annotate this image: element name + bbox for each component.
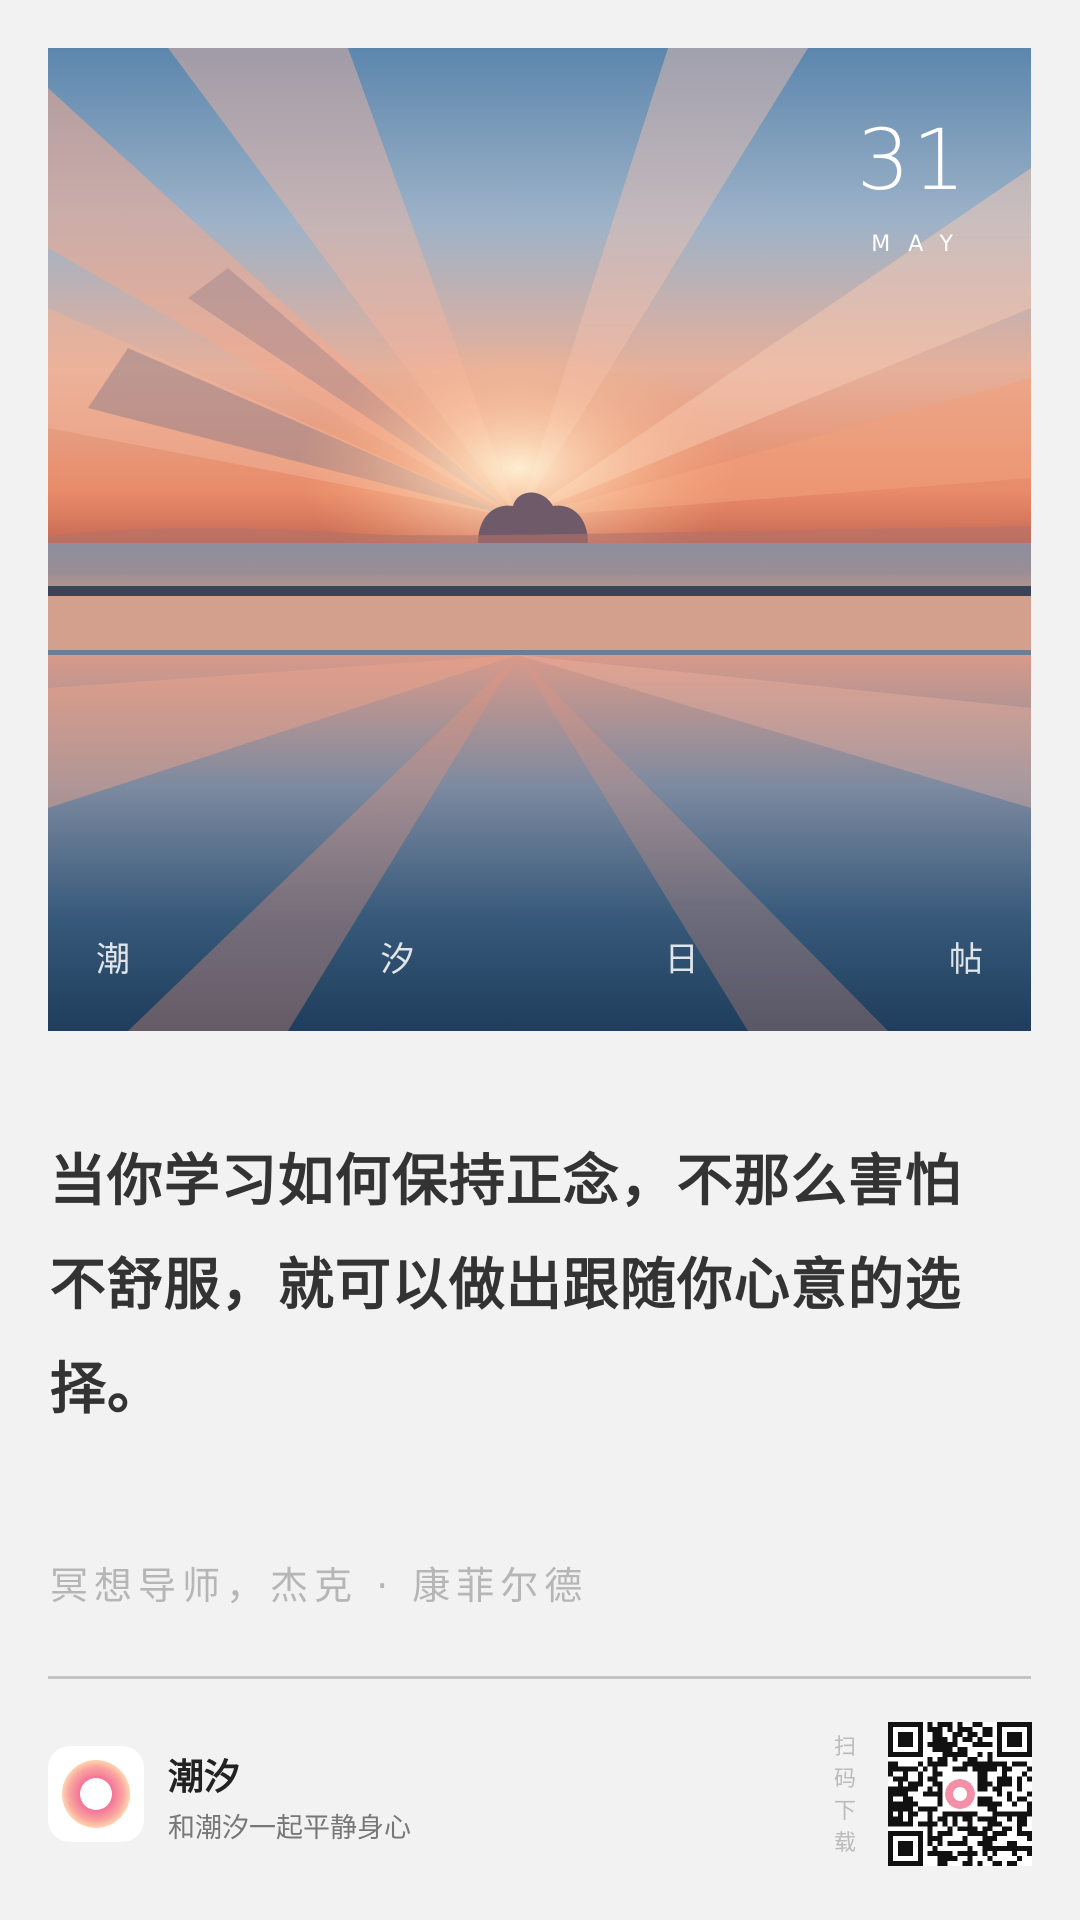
qr-code-icon[interactable] (888, 1722, 1032, 1866)
brand-char: 汐 (380, 940, 415, 980)
app-slogan: 和潮汐一起平静身心 (168, 1813, 411, 1844)
date-day: 31 (856, 111, 968, 209)
date-month: MAY (871, 232, 971, 257)
divider (48, 1676, 1031, 1679)
tide-app-icon (48, 1746, 144, 1842)
date-badge: 31 MAY (853, 118, 971, 257)
quote-text: 当你学习如何保持正念，不那么害怕不舒服，就可以做出跟随你心意的选择。 (50, 1149, 962, 1422)
brand-char: 帖 (948, 940, 983, 980)
brand-char: 日 (664, 940, 699, 980)
cover-photo: 31 MAY 潮 汐 日 帖 (48, 48, 1031, 1031)
app-name: 潮汐 (168, 1757, 241, 1798)
scan-download-label: 扫码下载 (833, 1735, 856, 1856)
quote-author: 冥想导师，杰克 · 康菲尔德 (50, 1564, 589, 1608)
brand-row: 潮 汐 日 帖 (48, 932, 1031, 981)
brand-char: 潮 (96, 940, 130, 980)
